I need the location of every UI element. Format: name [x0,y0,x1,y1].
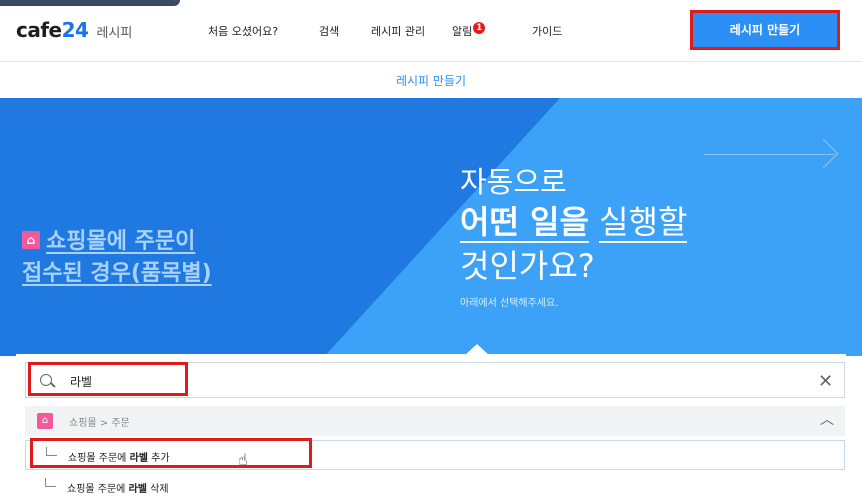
trigger-summary[interactable]: ⌂ 쇼핑몰에 주문이 접수된 경우(품목별) [22,226,212,290]
nav-recipe-manage[interactable]: 레시피 관리 [371,23,425,39]
arrow-right-icon [704,154,834,155]
question-rest: 실행할 [599,203,688,243]
result-item-delete-label[interactable]: 쇼핑몰 주문에 라벨 삭제 [25,472,845,502]
nav-guide[interactable]: 가이드 [532,23,562,39]
result-highlight [30,438,312,468]
trigger-line-1: 쇼핑몰에 주문이 [46,229,196,254]
shop-cart-icon: ⌂ [22,231,40,249]
close-icon[interactable]: ✕ [818,371,833,392]
header-divider [0,61,862,62]
search-highlight [28,362,188,396]
shop-cart-icon: ⌂ [37,413,53,429]
question-line-1: 자동으로 [460,165,567,199]
tree-elbow [45,478,56,487]
logo-main: cafe24 [16,18,89,42]
top-accent-bar [0,0,180,6]
trigger-line-2: 접수된 경우(품목별) [22,261,212,286]
question-line-3: 것인가요? [460,247,595,285]
question-emphasis: 어떤 일을 [460,203,589,243]
result-item-text: 쇼핑몰 주문에 라벨 삭제 [67,484,169,495]
top-bar: cafe24 레시피 처음 오셨어요? 검색 레시피 관리 알림 1 가이드 레시… [0,0,862,62]
nav-first-visit[interactable]: 처음 오셨어요? [208,23,278,39]
question-line-2: 어떤 일을 실행할 [460,200,688,244]
page-title: 레시피 만들기 [395,74,467,88]
hand-cursor-icon: ☝ [238,450,248,469]
logo-sub: 레시피 [96,26,133,41]
action-question: 자동으로 어떤 일을 실행할 것인가요? 아래에서 선택해주세요. [460,164,688,309]
create-recipe-button[interactable]: 레시피 만들기 [690,10,840,50]
nav-search[interactable]: 검색 [319,23,339,39]
logo[interactable]: cafe24 레시피 [16,18,132,42]
hero-banner: ⌂ 쇼핑몰에 주문이 접수된 경우(품목별) 자동으로 어떤 일을 실행할 것인가… [0,98,862,356]
category-row[interactable]: ⌂ 쇼핑몰 > 주문 ︿ [25,406,845,436]
chevron-up-icon[interactable]: ︿ [820,409,834,429]
category-label: 쇼핑몰 > 주문 [69,418,130,429]
nav-notifications[interactable]: 알림 1 [452,22,486,39]
notification-badge: 1 [473,22,486,34]
action-select-panel: 라벨 ✕ ⌂ 쇼핑몰 > 주문 ︿ 쇼핑몰 주문에 라벨 추가 ☝ 쇼핑몰 주문… [16,354,846,502]
nav-notifications-label: 알림 [452,25,473,38]
question-hint: 아래에서 선택해주세요. [460,298,559,309]
